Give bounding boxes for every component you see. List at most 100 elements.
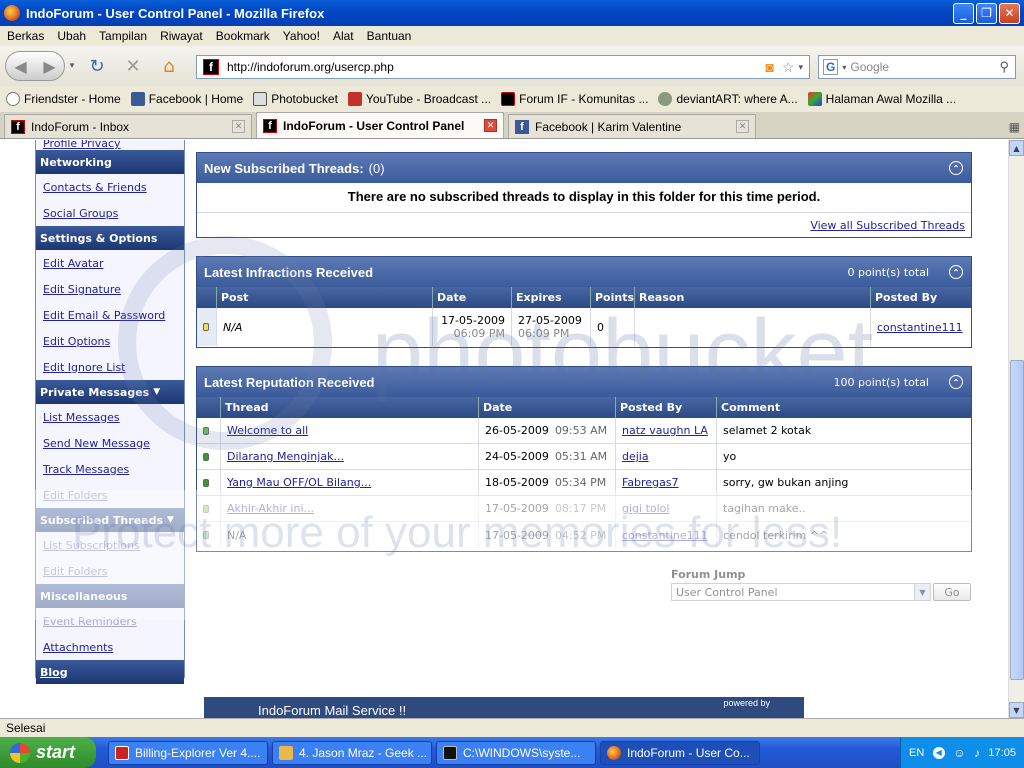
- url-text[interactable]: http://indoforum.org/usercp.php: [227, 60, 394, 74]
- windows-logo-icon: [10, 742, 30, 763]
- engine-dropdown-icon[interactable]: ▾: [842, 63, 846, 72]
- collapse-icon[interactable]: ⌃: [949, 375, 963, 389]
- sidebar-item-send-message[interactable]: Send New Message: [36, 430, 184, 456]
- history-dropdown-icon[interactable]: ▾: [65, 61, 79, 71]
- menu-ubah[interactable]: Ubah: [57, 29, 86, 43]
- address-bar[interactable]: f http://indoforum.org/usercp.php ◙ ☆ ▾: [196, 55, 810, 79]
- menu-yahoo[interactable]: Yahoo!: [283, 29, 320, 43]
- maximize-button[interactable]: ❐: [976, 2, 997, 24]
- bookmark-deviantart[interactable]: deviantART: where A...: [658, 92, 798, 106]
- rep-thread[interactable]: Yang Mau OFF/OL Bilang...: [221, 470, 479, 495]
- sidebar-heading-misc[interactable]: Miscellaneous: [36, 584, 184, 608]
- rep-date: 24-05-2009 05:31 AM: [479, 444, 616, 469]
- menu-bookmark[interactable]: Bookmark: [216, 29, 270, 43]
- forum-jump-go-button[interactable]: Go: [933, 583, 971, 601]
- tab-inbox[interactable]: f IndoForum - Inbox ✕: [4, 114, 252, 138]
- sidebar-heading-networking[interactable]: Networking: [36, 150, 184, 174]
- close-tab-icon[interactable]: ✕: [484, 119, 497, 132]
- time-text: 05:31 AM: [554, 450, 608, 463]
- tab-label: IndoForum - Inbox: [31, 119, 130, 134]
- menu-alat[interactable]: Alat: [333, 29, 354, 43]
- bookmark-friendster[interactable]: Friendster - Home: [6, 92, 121, 106]
- forward-arrow-icon[interactable]: ▶: [35, 52, 64, 80]
- back-arrow-icon[interactable]: ◀: [6, 52, 35, 80]
- col-posted-by[interactable]: Posted By: [871, 287, 971, 308]
- bookmark-youtube[interactable]: YouTube - Broadcast ...: [347, 92, 492, 106]
- volume-tray-icon[interactable]: ♪: [974, 746, 980, 760]
- rss-feed-icon[interactable]: ◙: [765, 59, 773, 75]
- bookmark-label: Photobucket: [271, 92, 338, 106]
- watermark-tagline: Protect more of your memories for less!: [72, 508, 843, 557]
- search-box[interactable]: G ▾ Google ⚲: [818, 55, 1016, 79]
- close-tab-icon[interactable]: ✕: [736, 120, 749, 133]
- messenger-tray-icon[interactable]: ☺: [953, 746, 965, 760]
- youtube-icon: [347, 92, 362, 106]
- reload-icon[interactable]: ↻: [79, 56, 115, 77]
- page-scrollbar[interactable]: ▲ ▼: [1008, 140, 1024, 718]
- menu-tampilan[interactable]: Tampilan: [99, 29, 147, 43]
- scroll-up-icon[interactable]: ▲: [1009, 140, 1024, 156]
- url-dropdown-icon[interactable]: ▾: [798, 62, 803, 73]
- collapse-icon[interactable]: ⌃: [949, 265, 963, 279]
- sidebar-item-edit-folders[interactable]: Edit Folders: [36, 482, 184, 508]
- system-tray: EN ◀ ☺ ♪ 17:05: [900, 737, 1024, 768]
- clock: 17:05: [988, 746, 1016, 759]
- facebook-icon: [130, 92, 145, 106]
- chevron-down-icon[interactable]: ▼: [914, 584, 930, 600]
- tray-expand-icon[interactable]: ◀: [932, 746, 945, 759]
- rep-posted-by[interactable]: Fabregas7: [616, 470, 717, 495]
- google-engine-icon[interactable]: G: [823, 59, 839, 75]
- bookmark-label: YouTube - Broadcast ...: [365, 92, 492, 106]
- billing-app-icon: [115, 745, 129, 760]
- language-indicator[interactable]: EN: [909, 747, 924, 759]
- close-tab-icon[interactable]: ✕: [232, 120, 245, 133]
- rep-posted-by[interactable]: natz vaughn LA: [616, 418, 717, 443]
- panel-title: New Subscribed Threads:: [204, 160, 364, 176]
- rep-thread[interactable]: Dilarang Menginjak...: [221, 444, 479, 469]
- list-all-tabs-icon[interactable]: ▦: [1009, 120, 1020, 134]
- tab-label: IndoForum - User Control Panel: [283, 118, 465, 133]
- taskbar-item-command-prompt[interactable]: C:\WINDOWS\syste...: [436, 740, 596, 765]
- bookmark-mozilla[interactable]: Halaman Awal Mozilla ...: [807, 92, 956, 106]
- taskbar-item-firefox[interactable]: IndoForum - User Co...: [600, 740, 760, 765]
- taskbar-item-music-player[interactable]: 4. Jason Mraz - Geek ...: [272, 740, 432, 765]
- search-magnifier-icon[interactable]: ⚲: [999, 59, 1009, 75]
- sidebar-item-edit-folders-subscriptions[interactable]: Edit Folders: [36, 558, 184, 584]
- bookmark-forum-if[interactable]: Forum IF - Komunitas ...: [501, 92, 648, 106]
- collapse-icon[interactable]: ⌃: [949, 161, 963, 175]
- indoforum-icon: [501, 92, 516, 106]
- menu-riwayat[interactable]: Riwayat: [160, 29, 203, 43]
- sidebar-heading-blog[interactable]: Blog: [36, 660, 184, 684]
- forum-jump-select[interactable]: User Control Panel ▼: [671, 583, 931, 601]
- sidebar-item-profile-privacy[interactable]: Profile Privacy: [36, 140, 184, 150]
- view-all-subscribed-link[interactable]: View all Subscribed Threads: [197, 219, 971, 232]
- facebook-icon: f: [515, 119, 529, 134]
- menu-bantuan[interactable]: Bantuan: [367, 29, 412, 43]
- home-icon[interactable]: ⌂: [151, 56, 187, 77]
- sidebar-item-social-groups[interactable]: Social Groups: [36, 200, 184, 226]
- infraction-posted-by[interactable]: constantine111: [871, 308, 971, 346]
- tab-user-control-panel[interactable]: f IndoForum - User Control Panel ✕: [256, 112, 504, 138]
- scroll-down-icon[interactable]: ▼: [1009, 702, 1024, 718]
- sidebar-heading-settings[interactable]: Settings & Options: [36, 226, 184, 250]
- bookmark-facebook[interactable]: Facebook | Home: [130, 92, 243, 106]
- sidebar-item-track-messages[interactable]: Track Messages: [36, 456, 184, 482]
- subscribed-threads-header: New Subscribed Threads: (0) ⌃: [197, 153, 971, 183]
- tab-facebook[interactable]: f Facebook | Karim Valentine ✕: [508, 114, 756, 138]
- rep-posted-by[interactable]: dejia: [616, 444, 717, 469]
- positive-rep-icon: [203, 452, 209, 461]
- minimize-button[interactable]: _: [953, 2, 974, 24]
- star-bookmark-icon[interactable]: ☆: [782, 59, 795, 76]
- menu-berkas[interactable]: Berkas: [7, 29, 44, 43]
- bookmark-photobucket[interactable]: Photobucket: [253, 92, 338, 106]
- sidebar-item-contacts[interactable]: Contacts & Friends: [36, 174, 184, 200]
- stop-icon[interactable]: ✕: [115, 56, 151, 77]
- sidebar-item-attachments[interactable]: Attachments: [36, 634, 184, 660]
- start-button[interactable]: start: [0, 737, 96, 768]
- close-window-button[interactable]: ✕: [999, 2, 1020, 24]
- taskbar-item-billing-explorer[interactable]: Billing-Explorer Ver 4....: [108, 740, 268, 765]
- powered-by-text: powered by: [723, 698, 770, 708]
- sidebar-item-event-reminders[interactable]: Event Reminders: [36, 608, 184, 634]
- scroll-thumb[interactable]: [1010, 360, 1024, 680]
- status-text: Selesai: [6, 721, 46, 735]
